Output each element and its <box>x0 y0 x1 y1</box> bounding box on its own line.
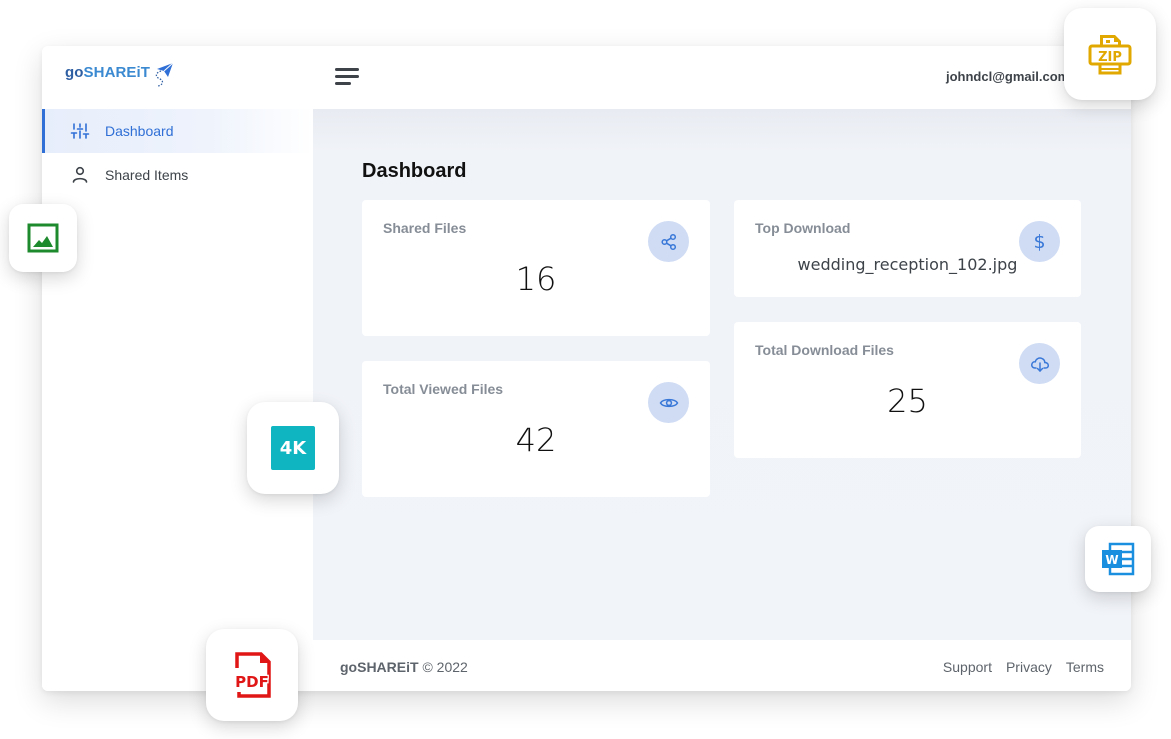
stage: goSHAREiT johndcl@gmail.com Dashboard Sh… <box>0 0 1171 739</box>
footer-link-terms[interactable]: Terms <box>1066 659 1104 675</box>
share-icon[interactable] <box>648 221 689 262</box>
total-download-card: Total Download Files 25 <box>734 322 1081 458</box>
svg-text:W: W <box>1105 553 1118 567</box>
sidebar-item-dashboard[interactable]: Dashboard <box>42 109 313 153</box>
footer-brand: goSHAREiT <box>340 659 419 675</box>
pdf-tile: PDF <box>206 629 298 721</box>
shared-files-card: Shared Files 16 <box>362 200 710 336</box>
top-download-card: Top Download $ wedding_reception_102.jpg <box>734 200 1081 297</box>
card-value: 16 <box>515 260 557 298</box>
zip-file-icon: ZIP <box>1088 35 1132 75</box>
footer-year: © 2022 <box>422 659 468 675</box>
menu-toggle-button[interactable] <box>333 66 361 88</box>
logo-prefix: go <box>65 64 84 81</box>
top-download-filename[interactable]: wedding_reception_102.jpg <box>734 255 1081 274</box>
top-bar: goSHAREiT johndcl@gmail.com <box>42 46 1131 109</box>
sliders-icon <box>70 123 90 139</box>
zip-tile: ZIP <box>1064 8 1156 100</box>
svg-text:ZIP: ZIP <box>1098 50 1122 65</box>
card-title: Total Download Files <box>755 342 894 358</box>
user-email[interactable]: johndcl@gmail.com <box>946 69 1069 84</box>
footer-copyright: goSHAREiT © 2022 <box>340 659 468 675</box>
page-title: Dashboard <box>362 160 467 182</box>
logo-name: SHAREiT <box>83 64 151 81</box>
footer-link-support[interactable]: Support <box>943 659 992 675</box>
4k-video-icon: 4K <box>271 426 315 470</box>
svg-text:PDF: PDF <box>235 673 269 691</box>
pdf-file-icon: PDF <box>234 652 271 698</box>
card-title: Shared Files <box>383 220 467 236</box>
card-value: 25 <box>887 382 928 420</box>
image-tile <box>9 204 77 272</box>
sidebar-item-label: Shared Items <box>105 167 189 183</box>
card-title: Top Download <box>755 220 851 236</box>
total-viewed-card: Total Viewed Files 42 <box>362 361 710 497</box>
word-file-icon: W <box>1102 542 1135 576</box>
app-window: goSHAREiT johndcl@gmail.com Dashboard Sh… <box>42 46 1131 691</box>
word-tile: W <box>1085 526 1151 592</box>
sidebar-item-shared-items[interactable]: Shared Items <box>42 153 313 197</box>
4k-tile: 4K <box>247 402 339 494</box>
cloud-download-icon[interactable] <box>1019 343 1060 384</box>
footer: goSHAREiT © 2022 Support Privacy Terms <box>313 640 1131 691</box>
logo-text: goSHAREiT <box>65 64 150 81</box>
sidebar: Dashboard Shared Items <box>42 109 313 691</box>
user-icon <box>72 166 88 183</box>
footer-link-privacy[interactable]: Privacy <box>1006 659 1052 675</box>
eye-icon[interactable] <box>648 382 689 423</box>
footer-links: Support Privacy Terms <box>943 659 1104 675</box>
card-value: 42 <box>515 421 557 459</box>
sidebar-item-label: Dashboard <box>105 123 174 139</box>
image-file-icon <box>27 223 59 253</box>
logo[interactable]: goSHAREiT <box>65 62 175 89</box>
4k-label: 4K <box>279 437 307 459</box>
main-content: Dashboard Shared Files 16 Top Download $ <box>313 109 1131 640</box>
paper-plane-icon <box>155 62 174 87</box>
card-title: Total Viewed Files <box>383 381 504 397</box>
